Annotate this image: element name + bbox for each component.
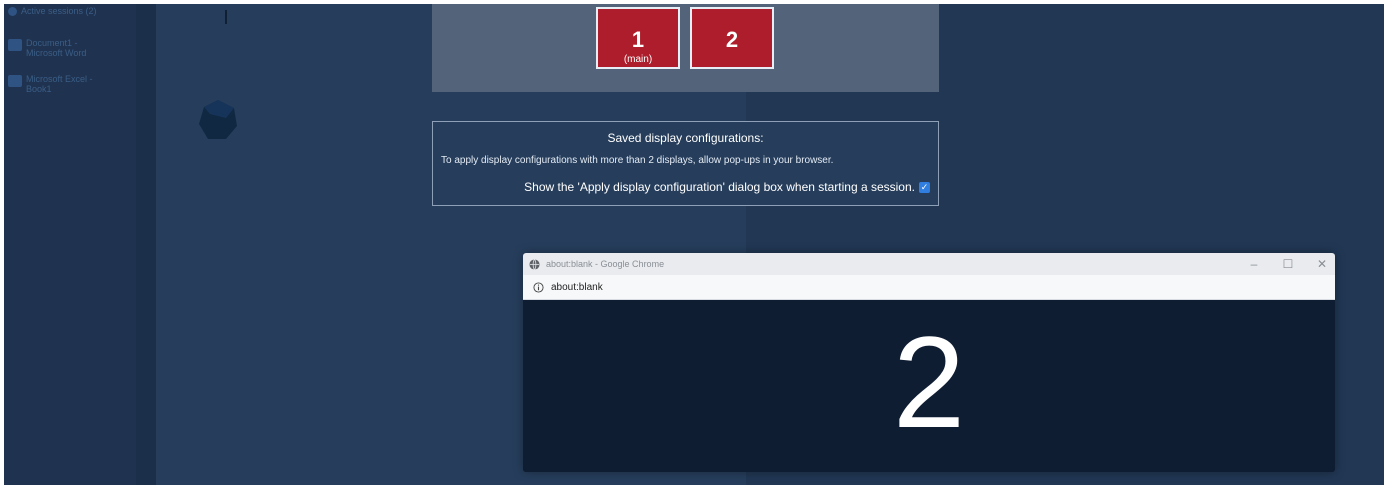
show-dialog-option[interactable]: Show the 'Apply display configuration' d…	[524, 180, 930, 194]
window-title: about:blank - Google Chrome	[546, 259, 665, 269]
chrome-popup-window: about:blank - Google Chrome – ☐ ✕ about:…	[523, 253, 1335, 472]
session-icon	[8, 7, 17, 16]
monitor-number: 2	[725, 27, 739, 52]
chrome-page-content: 2	[523, 300, 1335, 472]
saved-configurations-title: Saved display configurations:	[607, 131, 764, 145]
display-arrangement-panel: 1 (main) 2	[432, 4, 939, 92]
sidebar-item-excel-book[interactable]: Microsoft Excel - Book1	[8, 74, 114, 94]
window-controls: – ☐ ✕	[1247, 253, 1329, 275]
sidebar-item-word-document[interactable]: Document1 - Microsoft Word	[8, 38, 114, 58]
display-identifier-number: 2	[892, 309, 966, 455]
text-cursor-icon	[225, 10, 227, 24]
sidebar-item-label: Active sessions (2)	[21, 6, 97, 16]
remote-desktop-screen: Active sessions (2) Document1 - Microsof…	[4, 4, 1384, 485]
sidebar-item-label: Document1 - Microsoft Word	[26, 38, 87, 58]
close-button[interactable]: ✕	[1315, 257, 1329, 271]
word-icon	[8, 39, 22, 51]
monitor-2-tile[interactable]: 2	[690, 7, 774, 69]
monitor-number: 1	[631, 27, 645, 52]
chrome-titlebar[interactable]: about:blank - Google Chrome – ☐ ✕	[523, 253, 1335, 275]
hexagon-icon	[199, 100, 237, 139]
show-dialog-checkbox[interactable]: ✓	[919, 181, 930, 193]
maximize-button[interactable]: ☐	[1281, 257, 1295, 271]
saved-configurations-box: Saved display configurations: To apply d…	[432, 121, 939, 206]
sidebar-item-active-sessions[interactable]: Active sessions (2)	[8, 6, 109, 16]
info-icon[interactable]	[533, 281, 544, 293]
excel-icon	[8, 75, 22, 87]
globe-icon	[529, 258, 540, 270]
address-bar[interactable]: about:blank	[523, 275, 1335, 300]
sidebar-divider	[136, 4, 156, 485]
sidebar-item-label: Microsoft Excel - Book1	[26, 74, 93, 94]
address-url: about:blank	[551, 281, 603, 293]
sidebar: Active sessions (2) Document1 - Microsof…	[4, 4, 136, 485]
popup-hint-text: To apply display configurations with mor…	[441, 155, 834, 166]
monitor-1-tile[interactable]: 1 (main)	[596, 7, 680, 69]
minimize-button[interactable]: –	[1247, 257, 1261, 271]
monitor-sublabel: (main)	[623, 54, 653, 65]
show-dialog-label: Show the 'Apply display configuration' d…	[524, 180, 915, 194]
